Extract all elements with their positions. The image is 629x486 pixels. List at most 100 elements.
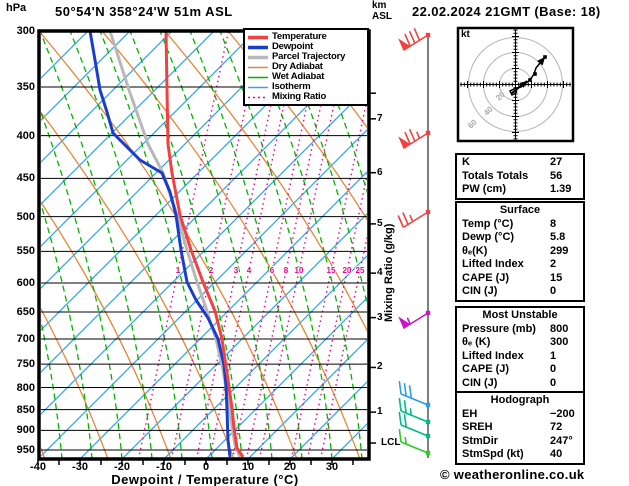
- stat-value: 72: [550, 421, 563, 433]
- stat-label: θₑ(K): [462, 244, 488, 257]
- temperature-tick-label: -40: [30, 461, 46, 473]
- stat-label: Lifted Index: [462, 349, 524, 362]
- stat-row: CIN (J) 0: [457, 377, 583, 391]
- stat-value: 1: [550, 349, 557, 362]
- mixing-ratio-value-label: 25: [355, 266, 365, 275]
- surface-table: Surface Temp (°C) 8 Dewp (°C) 5.8 θₑ(K) 299 Lif…: [455, 201, 585, 302]
- stat-row: θₑ (K) 300: [457, 336, 583, 350]
- km-tick-label: 7: [377, 113, 383, 124]
- wind-barb: [398, 381, 431, 408]
- mixing-ratio-value-label: 2: [208, 266, 214, 275]
- stat-value: 0: [550, 376, 557, 389]
- pressure-tick-label: 500: [16, 211, 35, 223]
- stat-value: 300: [550, 336, 569, 348]
- stat-value: 15: [550, 271, 563, 284]
- temperature-tick-label: 30: [325, 461, 339, 473]
- temperature-tick-label: 10: [241, 461, 255, 473]
- hodograph-unit-label: kt: [461, 29, 470, 40]
- sounding-page: 20 40 60 hPa 50°54'N 358°24'W 51m ASL km AS…: [0, 0, 629, 486]
- stat-row: Dewp (°C) 5.8: [457, 231, 583, 245]
- pressure-tick-label: 650: [16, 306, 35, 318]
- km-tick-label: 6: [377, 167, 383, 178]
- stat-row: Temp (°C) 8: [457, 218, 583, 232]
- stat-table-header: Hodograph: [490, 394, 550, 406]
- stat-label: StmSpd (kt): [462, 448, 524, 460]
- pressure-tick-label: 950: [16, 444, 35, 456]
- stat-label: CAPE (J): [462, 363, 510, 375]
- stat-label: Pressure (mb): [462, 322, 536, 335]
- stat-row: CIN (J) 0: [457, 285, 583, 299]
- km-tick-label: 3: [377, 312, 383, 323]
- stat-row: K 27: [457, 156, 583, 170]
- pressure-axis-unit: hPa: [6, 2, 27, 14]
- km-tick-label: 2: [377, 361, 383, 372]
- stat-label: Dewp (°C): [462, 231, 515, 243]
- pressure-tick-label: 300: [16, 25, 35, 37]
- stat-row: StmDir 247°: [457, 435, 583, 449]
- mixing-ratio-value-label: 10: [294, 266, 304, 275]
- stat-label: Lifted Index: [462, 258, 524, 270]
- temperature-tick-label: 0: [202, 461, 210, 473]
- stat-row: θₑ(K) 299: [457, 245, 583, 259]
- stat-row: Lifted Index 2: [457, 258, 583, 272]
- temperature-tick-label: -20: [114, 461, 130, 473]
- stat-value: 8: [550, 217, 557, 230]
- stat-label: K: [462, 156, 470, 168]
- pressure-tick-label: 750: [16, 358, 35, 370]
- stat-value: 0: [550, 285, 557, 297]
- stat-value: 299: [550, 244, 569, 257]
- stat-value: 40: [550, 448, 563, 460]
- stat-value: 247°: [550, 434, 573, 447]
- credit-footer: © weatheronline.co.uk: [440, 467, 585, 482]
- stat-label: CAPE (J): [462, 271, 510, 284]
- stat-row: StmSpd (kt) 40: [457, 448, 583, 462]
- legend: Temperature Dewpoint Parcel Trajectory Dry …: [243, 28, 369, 106]
- x-axis-title: Dewpoint / Temperature (°C): [111, 472, 299, 486]
- stat-label: Temp (°C): [462, 217, 514, 230]
- stat-value: 2: [550, 258, 557, 270]
- stat-row: Lifted Index 1: [457, 350, 583, 364]
- pressure-tick-label: 350: [16, 81, 35, 93]
- stat-label: CIN (J): [462, 376, 498, 389]
- pressure-tick-label: 400: [16, 130, 35, 142]
- stat-row: CAPE (J) 0: [457, 363, 583, 377]
- mixing-ratio-value-label: 4: [246, 266, 252, 275]
- lcl-label: LCL: [381, 437, 401, 448]
- altitude-axis-unit: km ASL: [372, 0, 392, 22]
- stat-row: EH −200: [457, 408, 583, 422]
- stat-label: CIN (J): [462, 285, 498, 297]
- stat-row: SREH 72: [457, 421, 583, 435]
- stat-row: PW (cm) 1.39: [457, 183, 583, 197]
- wind-barb: [397, 209, 431, 229]
- most-unstable-table: Most Unstable Pressure (mb) 800 θₑ (K) 300 Li…: [455, 306, 585, 393]
- km-tick-label: 5: [377, 218, 383, 229]
- temperature-tick-label: -30: [72, 461, 88, 473]
- stat-label: θₑ (K): [462, 336, 491, 348]
- stat-value: 27: [550, 156, 563, 168]
- stability-indices-table: K 27 Totals Totals 56 PW (cm) 1.39: [455, 153, 585, 200]
- wind-barb: [398, 398, 431, 425]
- mixing-ratio-value-label: 15: [326, 266, 336, 275]
- hodograph: 204060: [456, 26, 575, 143]
- pressure-tick-label: 700: [16, 333, 35, 345]
- pressure-tick-label: 800: [16, 382, 35, 394]
- wind-barb: [398, 429, 431, 456]
- stat-value: 800: [550, 322, 569, 335]
- km-tick-label: 4: [377, 267, 383, 278]
- legend-item: Mixing Ratio: [247, 92, 367, 102]
- datetime-label: 22.02.2024 21GMT (Base: 18): [412, 4, 601, 19]
- stat-value: 0: [550, 363, 557, 375]
- pressure-tick-label: 550: [16, 245, 35, 257]
- pressure-tick-label: 600: [16, 277, 35, 289]
- stat-row: Totals Totals 56: [457, 170, 583, 184]
- mixing-ratio-axis-title: Mixing Ratio (g/kg): [383, 223, 395, 322]
- stat-row: CAPE (J) 15: [457, 272, 583, 286]
- stat-row: Pressure (mb) 800: [457, 323, 583, 337]
- stat-value: −200: [550, 407, 575, 420]
- wind-barb: [398, 128, 431, 150]
- pressure-tick-label: 450: [16, 172, 35, 184]
- stat-label: Totals Totals: [462, 169, 529, 182]
- mixing-ratio-value-label: 1: [175, 266, 181, 275]
- stat-value: 5.8: [550, 231, 566, 243]
- stat-table-header: Most Unstable: [482, 309, 558, 321]
